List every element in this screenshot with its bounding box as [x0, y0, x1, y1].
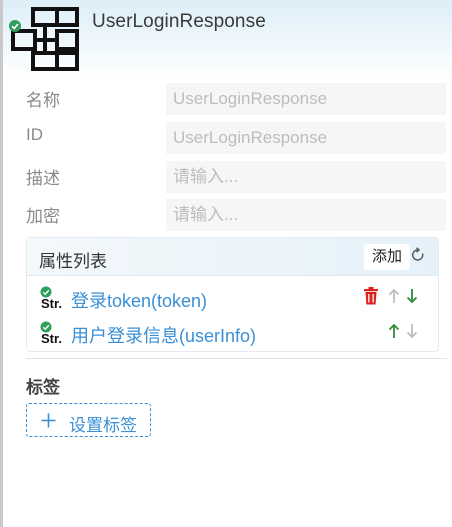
encryption-input[interactable] [166, 199, 446, 231]
header: UserLoginResponse [3, 0, 452, 76]
refresh-icon[interactable] [411, 247, 425, 263]
string-type-icon: Str. [40, 286, 62, 311]
attribute-row: Str. 用户登录信息(userInfo) [27, 316, 438, 348]
entity-structure-icon [11, 7, 79, 71]
delete-icon[interactable] [363, 287, 379, 305]
form-row-description: 描述 [0, 161, 452, 193]
string-type-icon: Str. [40, 321, 62, 346]
set-tags-button[interactable]: 设置标签 [26, 403, 151, 437]
set-tags-label: 设置标签 [69, 416, 137, 435]
page-title: UserLoginResponse [92, 11, 266, 32]
left-edge-scrollbar [0, 0, 3, 527]
attribute-row: Str. 登录token(token) [27, 281, 438, 313]
form-row-name: 名称 [0, 83, 452, 115]
name-label: 名称 [26, 91, 60, 110]
encryption-label: 加密 [26, 207, 60, 226]
description-label: 描述 [26, 169, 60, 188]
id-label: ID [26, 125, 43, 144]
add-attribute-button[interactable]: 添加 [364, 244, 410, 270]
section-divider [26, 358, 447, 359]
svg-text:Str.: Str. [41, 296, 62, 311]
attribute-list-title: 属性列表 [39, 252, 107, 271]
attribute-list-header: 属性列表 添加 [27, 238, 438, 276]
check-badge-icon [9, 20, 21, 32]
form-row-id: ID [0, 122, 452, 154]
form-row-encryption: 加密 [0, 199, 452, 231]
tags-title: 标签 [26, 378, 60, 397]
move-up-icon[interactable] [388, 288, 400, 304]
plus-icon [41, 413, 56, 428]
move-up-icon[interactable] [388, 323, 400, 339]
move-down-icon[interactable] [406, 323, 418, 339]
id-input[interactable] [166, 122, 446, 154]
attribute-link-userinfo[interactable]: 用户登录信息(userInfo) [71, 322, 256, 348]
description-input[interactable] [166, 161, 446, 193]
svg-text:Str.: Str. [41, 331, 62, 346]
attribute-link-token[interactable]: 登录token(token) [71, 287, 207, 313]
name-input[interactable] [166, 83, 446, 115]
attribute-list-panel: 属性列表 添加 Str. 登录token(token) Str. 用户登录信息(… [26, 237, 439, 352]
move-down-icon[interactable] [406, 288, 418, 304]
